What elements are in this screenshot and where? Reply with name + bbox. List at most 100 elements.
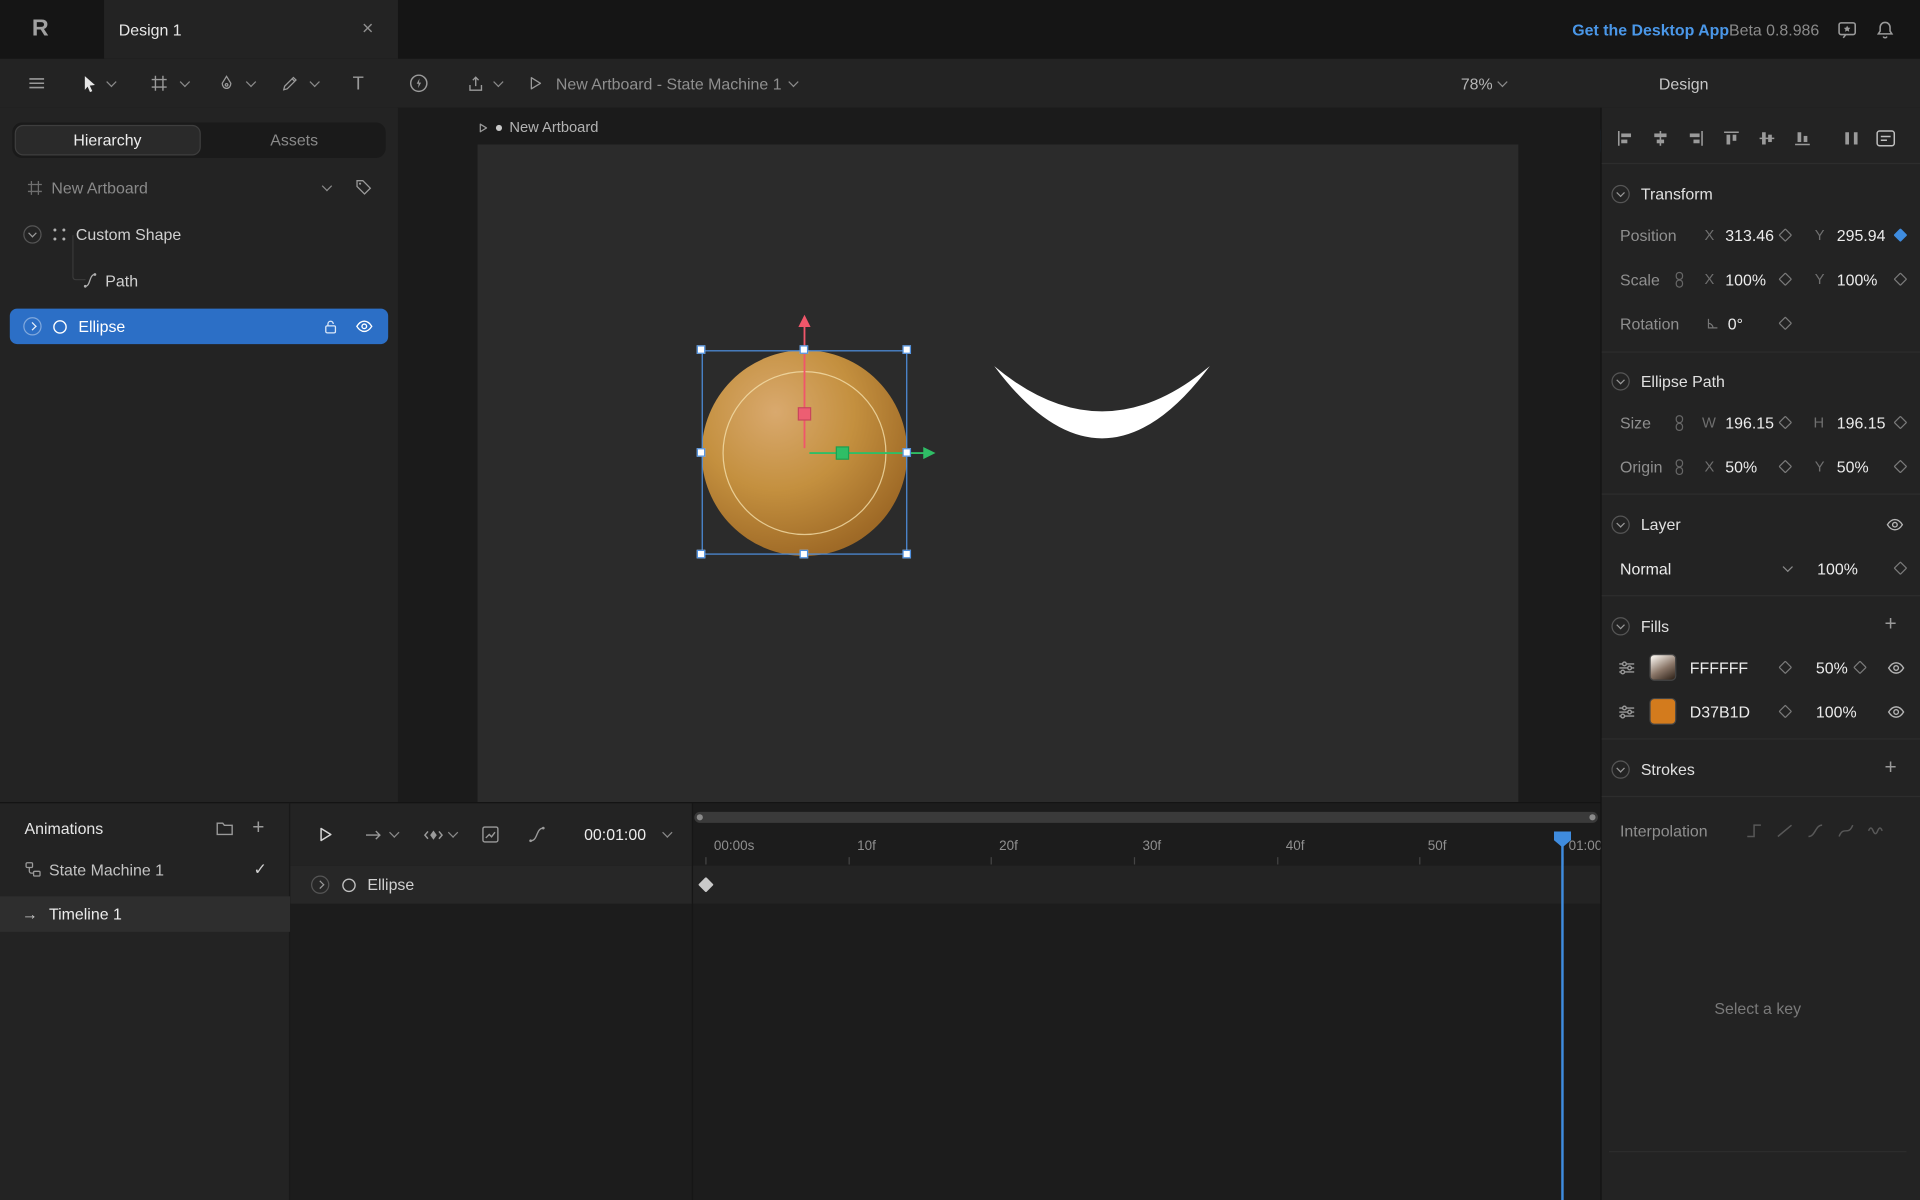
fill-color-keyframe-diamond[interactable]	[1778, 660, 1793, 675]
scale-y-keyframe-diamond[interactable]	[1893, 272, 1908, 287]
transform-section-header[interactable]: Transform	[1611, 179, 1713, 208]
pen-tool-dropdown[interactable]	[245, 59, 257, 108]
main-menu-icon[interactable]	[27, 59, 47, 108]
layout-options-icon[interactable]	[1876, 130, 1896, 147]
add-animation-button[interactable]: +	[252, 811, 264, 845]
artboard-tool-dropdown[interactable]	[179, 59, 191, 108]
layer-opacity-keyframe-diamond[interactable]	[1893, 561, 1908, 576]
rive-logo[interactable]: R	[32, 0, 49, 59]
tab-close-icon[interactable]: ×	[362, 18, 373, 40]
position-x-keyframe-diamond[interactable]	[1778, 228, 1793, 243]
interpolation-hold-icon[interactable]	[1745, 822, 1763, 838]
fill-row-gradient[interactable]: FFFFFF 50%	[1602, 651, 1920, 683]
tag-icon[interactable]	[355, 171, 372, 203]
text-tool[interactable]: T	[353, 59, 364, 108]
artboard-chevron-down-icon[interactable]	[321, 171, 333, 203]
artboard[interactable]	[477, 144, 1519, 803]
tree-row-custom-shape[interactable]: Custom Shape	[0, 218, 398, 250]
distribute-icon[interactable]	[1843, 130, 1860, 147]
blend-mode-chevron-icon[interactable]	[1782, 553, 1793, 582]
selection-handle-bottom-left[interactable]	[696, 549, 706, 559]
tab-design-1[interactable]: Design 1 ×	[104, 0, 398, 59]
lock-icon[interactable]	[322, 309, 339, 345]
align-right-icon[interactable]	[1687, 130, 1704, 147]
origin-x-keyframe-diamond[interactable]	[1778, 459, 1793, 474]
selection-handle-bottom-mid[interactable]	[799, 549, 809, 559]
align-bottom-icon[interactable]	[1794, 130, 1811, 147]
tree-row-artboard[interactable]: New Artboard	[0, 171, 398, 203]
size-w-keyframe-diamond[interactable]	[1778, 415, 1793, 430]
origin-y-value[interactable]: 50%	[1837, 452, 1869, 481]
interpolation-cubic-icon[interactable]	[1806, 822, 1824, 838]
artboard-canvas-label[interactable]: New Artboard	[509, 119, 598, 136]
keyframe-diamond[interactable]	[698, 876, 714, 893]
fill-swatch-gradient[interactable]	[1649, 653, 1677, 681]
fill-color-keyframe-diamond[interactable]	[1778, 704, 1793, 719]
interpolation-linear-icon[interactable]	[1776, 822, 1794, 838]
export-icon[interactable]	[467, 59, 485, 108]
ellipse-path-section-header[interactable]: Ellipse Path	[1611, 366, 1725, 395]
timeline-1-row[interactable]: → Timeline 1	[0, 896, 291, 932]
track-keys-cell[interactable]	[691, 865, 1601, 904]
fill-visibility-eye-icon[interactable]	[1887, 651, 1905, 683]
section-chevron-icon[interactable]	[1611, 514, 1630, 534]
align-center-v-icon[interactable]	[1758, 130, 1775, 147]
selection-handle-mid-left[interactable]	[696, 448, 706, 457]
section-chevron-icon[interactable]	[1611, 616, 1630, 635]
tab-assets[interactable]: Assets	[203, 122, 386, 158]
add-fill-button[interactable]: +	[1884, 609, 1896, 641]
layer-section-header[interactable]: Layer	[1611, 509, 1681, 538]
ellipse-expander-icon[interactable]	[23, 309, 42, 345]
visibility-eye-icon[interactable]	[355, 309, 373, 345]
track-row-ellipse[interactable]: Ellipse	[290, 865, 1601, 904]
selection-handle-bottom-right[interactable]	[902, 549, 912, 559]
fill-opacity-keyframe-diamond[interactable]	[1853, 660, 1867, 675]
export-dropdown[interactable]	[493, 59, 504, 108]
scale-y-value[interactable]: 100%	[1837, 264, 1878, 293]
position-y-keyframe-diamond[interactable]	[1893, 228, 1908, 243]
rotation-value[interactable]: 0°	[1728, 309, 1743, 338]
fill-options-icon[interactable]	[1618, 696, 1636, 728]
origin-y-keyframe-diamond[interactable]	[1893, 459, 1908, 474]
fill-options-icon[interactable]	[1618, 651, 1636, 683]
fill-hex-value[interactable]: D37B1D	[1690, 696, 1750, 728]
size-h-keyframe-diamond[interactable]	[1893, 415, 1908, 430]
custom-shape-expander-icon[interactable]	[23, 218, 42, 250]
get-desktop-app-link[interactable]: Get the Desktop App	[1572, 0, 1729, 59]
design-mode-button[interactable]: Design	[1641, 59, 1727, 108]
selection-handle-mid-right[interactable]	[902, 448, 912, 457]
scale-x-handle[interactable]	[835, 446, 850, 460]
folder-icon[interactable]	[216, 811, 234, 845]
pen-tool-icon[interactable]	[218, 59, 235, 108]
scale-x-value[interactable]: 100%	[1725, 264, 1766, 293]
fill-opacity-value[interactable]: 50%	[1816, 651, 1848, 683]
fill-swatch-orange[interactable]	[1649, 697, 1677, 725]
events-tool-icon[interactable]	[409, 59, 429, 108]
align-center-h-icon[interactable]	[1652, 130, 1669, 147]
section-chevron-icon[interactable]	[1611, 184, 1630, 203]
origin-link-icon[interactable]	[1673, 452, 1686, 481]
feedback-icon[interactable]	[1837, 0, 1858, 59]
timeline-ruler[interactable]: 00:00s 10f 20f 30f 40f 50f 01:00	[290, 803, 1600, 865]
artboard-header[interactable]: New Artboard	[478, 118, 598, 138]
play-state-machine-icon[interactable]	[527, 59, 544, 108]
layer-opacity-value[interactable]: 100%	[1817, 553, 1858, 582]
origin-x-value[interactable]: 50%	[1725, 452, 1757, 481]
tree-row-path[interactable]: Path	[0, 264, 398, 296]
state-machine-row[interactable]: State Machine 1 ✓	[0, 852, 290, 886]
rotation-keyframe-diamond[interactable]	[1778, 316, 1793, 331]
shape-tool-dropdown[interactable]	[309, 59, 320, 108]
scale-link-icon[interactable]	[1673, 264, 1686, 293]
selection-handle-top-left[interactable]	[696, 345, 706, 354]
shape-tool-icon[interactable]	[282, 59, 299, 108]
select-tool-icon[interactable]	[81, 59, 99, 108]
select-tool-dropdown[interactable]	[106, 59, 117, 108]
section-chevron-icon[interactable]	[1611, 759, 1630, 779]
interpolation-elastic-icon[interactable]	[1867, 822, 1885, 838]
interpolation-custom-icon[interactable]	[1837, 822, 1855, 838]
selection-handle-top-right[interactable]	[902, 345, 912, 354]
artboard-tool-icon[interactable]	[151, 59, 168, 108]
size-h-value[interactable]: 196.15	[1837, 408, 1886, 437]
artboard-play-icon[interactable]	[478, 122, 489, 133]
fill-visibility-eye-icon[interactable]	[1887, 696, 1905, 728]
